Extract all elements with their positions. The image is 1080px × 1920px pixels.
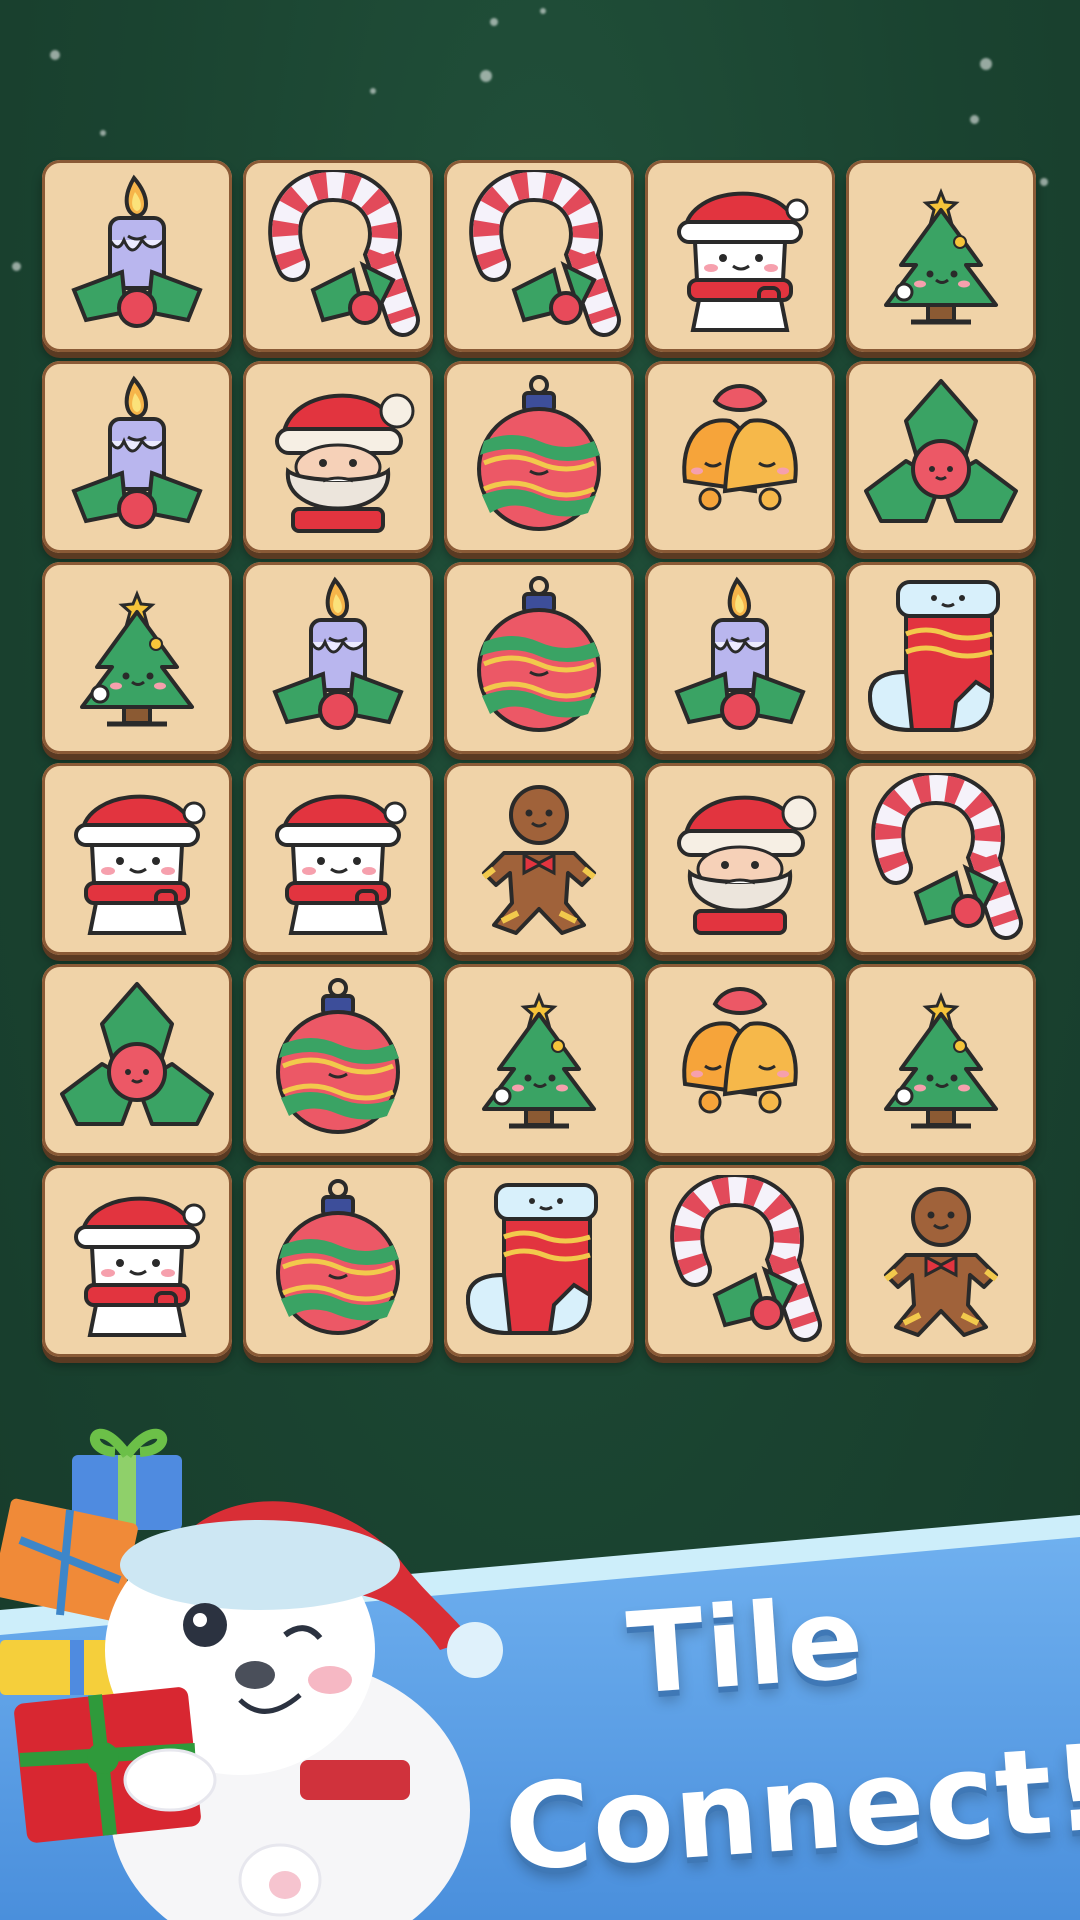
snowflake	[480, 70, 492, 82]
tile[interactable]	[444, 964, 634, 1156]
snowman-icon	[74, 794, 206, 935]
bells-icon	[682, 987, 798, 1114]
christmas-tree-icon	[482, 991, 596, 1129]
tile[interactable]	[42, 964, 232, 1156]
snowman-icon	[74, 1196, 206, 1337]
ornament-icon	[276, 978, 400, 1134]
tile[interactable]	[645, 562, 835, 754]
ornament-icon	[477, 576, 601, 732]
gingerbread-icon	[884, 1187, 998, 1337]
tile[interactable]	[645, 160, 835, 352]
tile[interactable]	[846, 361, 1036, 553]
ornament-icon	[276, 1179, 400, 1335]
tile[interactable]	[243, 763, 433, 955]
tile[interactable]	[42, 361, 232, 553]
candy-cane-icon	[268, 170, 420, 337]
santa-icon	[275, 393, 415, 533]
snowflake	[370, 88, 376, 94]
tile[interactable]	[42, 562, 232, 754]
snowman-icon	[275, 794, 407, 935]
christmas-tree-icon	[884, 187, 998, 325]
tile[interactable]	[444, 763, 634, 955]
stocking-icon	[867, 580, 1000, 733]
tile[interactable]	[645, 763, 835, 955]
tile[interactable]	[42, 1165, 232, 1357]
polar-bear-icon	[0, 1428, 503, 1920]
snowflake	[12, 262, 21, 271]
tile[interactable]	[444, 361, 634, 553]
tile[interactable]	[243, 1165, 433, 1357]
bells-icon	[682, 384, 798, 511]
tile[interactable]	[243, 964, 433, 1156]
snowflake	[100, 130, 106, 136]
tile[interactable]	[645, 361, 835, 553]
tile[interactable]	[42, 763, 232, 955]
stocking-icon	[465, 1183, 598, 1336]
tile[interactable]	[243, 160, 433, 352]
candle-icon	[71, 375, 203, 529]
santa-icon	[677, 795, 817, 935]
tile[interactable]	[444, 160, 634, 352]
snowflake	[540, 8, 546, 14]
candy-cane-icon	[469, 170, 621, 337]
tile[interactable]	[645, 964, 835, 1156]
candle-icon	[674, 576, 806, 730]
tile[interactable]	[444, 562, 634, 754]
title-line-1: Tile	[623, 1573, 870, 1720]
tile-board	[42, 160, 1042, 1360]
snowman-icon	[677, 191, 809, 332]
snowflake	[50, 50, 60, 60]
tile[interactable]	[243, 361, 433, 553]
snowflake	[490, 18, 498, 26]
candy-cane-icon	[670, 1175, 822, 1342]
gingerbread-icon	[482, 785, 596, 935]
snowflake	[980, 58, 992, 70]
tile[interactable]	[846, 1165, 1036, 1357]
tile[interactable]	[846, 160, 1036, 352]
ornament-icon	[477, 375, 601, 531]
tile[interactable]	[444, 1165, 634, 1357]
christmas-tree-icon	[80, 589, 194, 727]
tile[interactable]	[846, 964, 1036, 1156]
holly-icon	[60, 982, 214, 1126]
candle-icon	[71, 174, 203, 328]
tile[interactable]	[645, 1165, 835, 1357]
holly-icon	[864, 379, 1018, 523]
tile[interactable]	[846, 562, 1036, 754]
snowflake	[970, 115, 979, 124]
candy-cane-icon	[871, 773, 1023, 940]
candle-icon	[272, 576, 404, 730]
tile[interactable]	[846, 763, 1036, 955]
tile[interactable]	[243, 562, 433, 754]
tile[interactable]	[42, 160, 232, 352]
christmas-tree-icon	[884, 991, 998, 1129]
